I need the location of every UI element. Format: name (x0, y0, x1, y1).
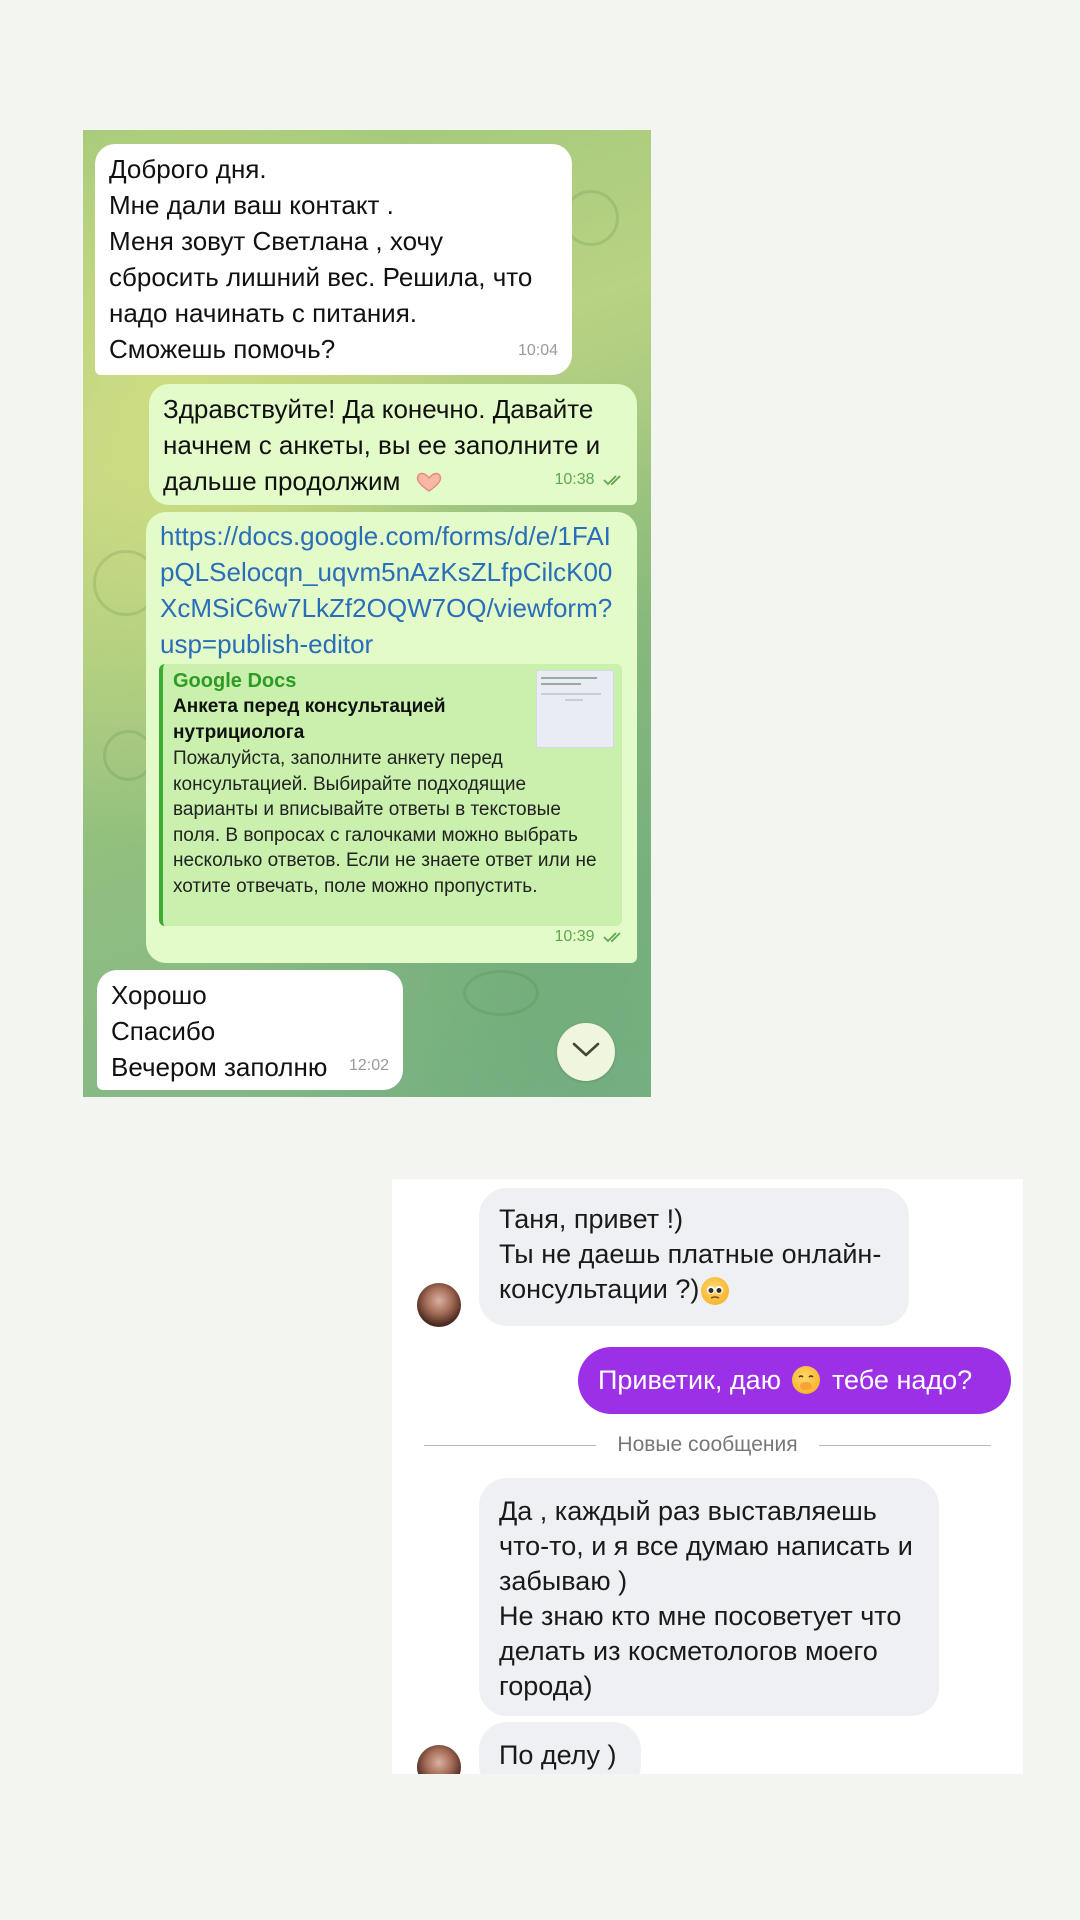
message-incoming[interactable]: Таня, привет !) Ты не даешь платные онла… (479, 1188, 909, 1326)
thumb-line (541, 683, 581, 685)
message-text-content: Таня, привет !) Ты не даешь платные онла… (499, 1204, 882, 1304)
message-text: Хорошо Спасибо Вечером заполню (111, 980, 328, 1082)
face-with-hand-over-mouth-emoji (792, 1366, 821, 1394)
message-incoming[interactable]: Доброго дня. Мне дали ваш контакт . Меня… (95, 144, 572, 375)
message-incoming[interactable]: Хорошо Спасибо Вечером заполню 12:02 (97, 970, 403, 1090)
thumb-line (541, 693, 601, 695)
message-text: Доброго дня. Мне дали ваш контакт . Меня… (109, 154, 533, 364)
new-messages-divider: Новые сообщения (424, 1430, 991, 1460)
direct-chat-screenshot: Таня, привет !) Ты не даешь платные онла… (392, 1179, 1023, 1774)
message-time-text: 10:38 (554, 471, 595, 488)
telegram-chat-screenshot: Доброго дня. Мне дали ваш контакт . Меня… (83, 130, 651, 1097)
message-outgoing[interactable]: Здравствуйте! Да конечно. Давайте начнем… (149, 384, 637, 505)
link-preview-card[interactable]: Google Docs Анкета перед консультацией н… (159, 664, 622, 926)
message-incoming[interactable]: Да , каждый раз выставляешь что-то, и я … (479, 1478, 939, 1716)
scroll-down-button[interactable] (557, 1023, 615, 1081)
message-text-after: тебе надо? (831, 1365, 973, 1395)
message-time: 10:39 (555, 919, 626, 957)
message-time-text: 10:39 (554, 928, 595, 945)
message-text: Да , каждый раз выставляешь что-то, и я … (499, 1496, 913, 1701)
pleading-face-emoji (701, 1277, 730, 1305)
avatar[interactable] (417, 1745, 461, 1774)
thumb-line (565, 699, 583, 701)
message-outgoing-link[interactable]: https://docs.google.com/forms/d/e/1FAIpQ… (146, 512, 637, 963)
message-outgoing[interactable]: Приветик, даю тебе надо? (578, 1347, 1011, 1414)
chevron-down-icon (572, 1042, 600, 1063)
message-text: Таня, привет !) Ты не даешь платные онла… (499, 1202, 889, 1307)
form-link[interactable]: https://docs.google.com/forms/d/e/1FAIpQ… (160, 518, 620, 662)
message-time: 10:38 (555, 462, 626, 500)
message-time: 10:04 (517, 342, 558, 359)
message-text: Здравствуйте! Да конечно. Давайте начнем… (163, 394, 601, 496)
divider-line (819, 1445, 991, 1446)
wallpaper-doodle (463, 970, 539, 1016)
preview-description: Пожалуйста, заполните анкету перед консу… (173, 748, 597, 897)
preview-title: Анкета перед консультацией нутрициолога (173, 696, 446, 743)
heart-hands-emoji (414, 466, 444, 492)
message-text-before: Приветик, даю (598, 1365, 781, 1395)
preview-thumbnail (536, 670, 614, 748)
double-check-icon (603, 921, 625, 957)
thumb-line (541, 677, 597, 679)
avatar[interactable] (417, 1283, 461, 1327)
message-time: 12:02 (348, 1057, 389, 1074)
message-text: По делу ) (499, 1740, 617, 1770)
double-check-icon (603, 464, 625, 500)
message-incoming[interactable]: По делу ) (479, 1722, 641, 1774)
